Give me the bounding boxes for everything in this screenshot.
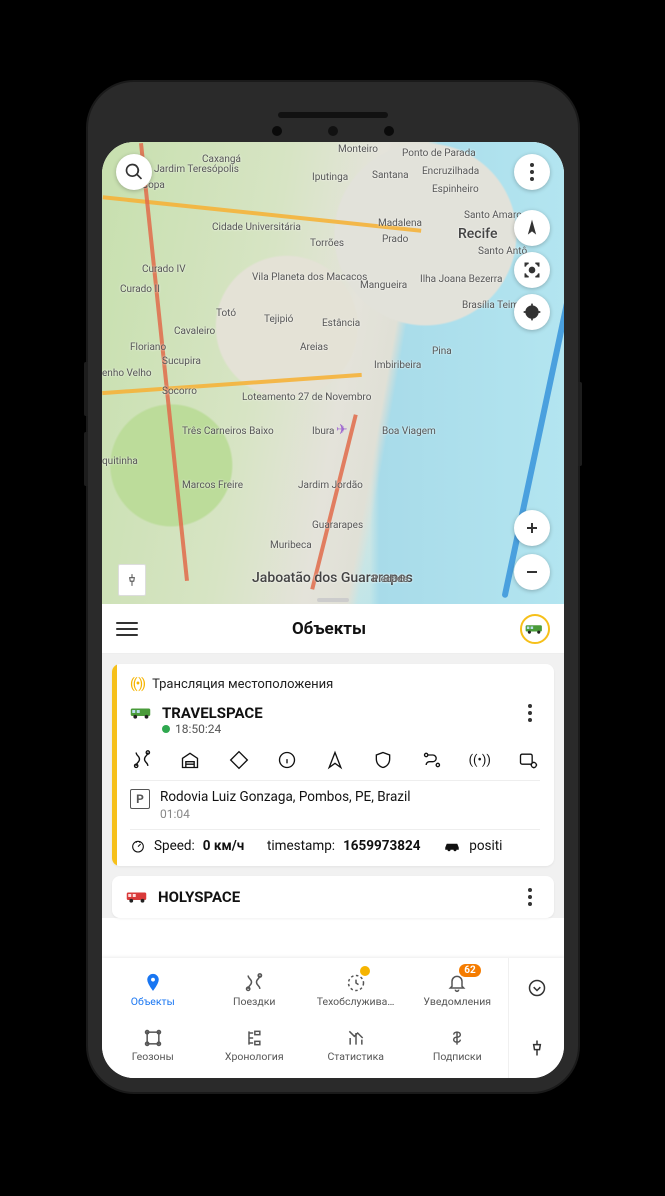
search-button[interactable] — [116, 154, 152, 190]
nav-pin-button[interactable] — [525, 1036, 549, 1060]
map[interactable]: ✈ MonteiroCaxangáIputingaJardim Teresópo… — [102, 142, 564, 604]
panel-drag-handle[interactable] — [317, 598, 349, 602]
timestamp-value: 1659973824 — [343, 838, 420, 854]
bottom-navigation: Объекты Поездки Техобслужива... 62 Уведо… — [102, 958, 564, 1078]
garage-icon[interactable] — [180, 750, 200, 770]
speed-icon — [130, 838, 146, 854]
nav-geozones[interactable]: Геозоны — [102, 1019, 204, 1072]
zoom-in-button[interactable] — [514, 510, 550, 546]
nav-collapse-button[interactable] — [525, 976, 549, 1000]
vehicle-icon — [130, 706, 154, 720]
panel-header: Объекты — [102, 604, 564, 654]
app-screen: ✈ MonteiroCaxangáIputingaJardim Teresópo… — [102, 142, 564, 1078]
airport-icon: ✈ — [336, 422, 348, 438]
speed-label: Speed: — [154, 838, 195, 854]
zoom-out-button[interactable] — [514, 554, 550, 590]
info-icon[interactable] — [277, 750, 297, 770]
compass-button[interactable] — [514, 210, 550, 246]
speed-value: 0 км/ч — [203, 838, 244, 854]
vehicle-icon — [126, 890, 150, 904]
locate-me-button[interactable] — [514, 294, 550, 330]
nav-timeline[interactable]: Хронология — [204, 1019, 306, 1072]
unit-name: HOLYSPACE — [158, 888, 240, 906]
broadcast-label: Трансляция местоположения — [152, 677, 333, 692]
nav-statistics[interactable]: Статистика — [305, 1019, 407, 1072]
notification-badge: 62 — [459, 964, 480, 977]
map-pin-toggle[interactable] — [118, 564, 146, 596]
parking-icon: P — [130, 789, 150, 809]
bottom-panel: Объекты ((•)) Трансляция местоположения … — [102, 604, 564, 918]
location-row: P Rodovia Luiz Gonzaga, Pombos, PE, Braz… — [130, 789, 540, 821]
menu-button[interactable] — [116, 622, 138, 636]
unit-time: 18:50:24 — [175, 722, 221, 736]
sign-icon[interactable] — [229, 750, 249, 770]
car-icon — [443, 840, 461, 852]
nav-subscriptions[interactable]: Подписки — [407, 1019, 509, 1072]
more-options-button[interactable] — [514, 154, 550, 190]
scan-button[interactable] — [514, 252, 550, 288]
device-settings-icon[interactable] — [518, 750, 538, 770]
nav-objects[interactable]: Объекты — [102, 964, 204, 1017]
route-icon[interactable] — [132, 750, 152, 770]
nav-notifications[interactable]: 62 Уведомления — [407, 964, 509, 1017]
unit-name: TRAVELSPACE — [162, 704, 263, 722]
signal-icon[interactable]: ((•)) — [470, 750, 490, 770]
panel-title: Объекты — [292, 619, 366, 639]
panel-filter-button[interactable] — [520, 614, 550, 644]
broadcast-row: ((•)) Трансляция местоположения — [130, 676, 540, 692]
phone-frame: ✈ MonteiroCaxangáIputingaJardim Teresópo… — [88, 82, 578, 1092]
park-duration: 01:04 — [160, 807, 411, 821]
nav-maintenance[interactable]: Техобслужива... — [305, 964, 407, 1017]
unit-more-button[interactable] — [520, 888, 540, 906]
unit-more-button[interactable] — [520, 704, 540, 722]
nav-dot-badge — [360, 966, 370, 976]
vehicle-icon — [525, 623, 545, 635]
share-route-icon[interactable] — [422, 750, 442, 770]
unit-address: Rodovia Luiz Gonzaga, Pombos, PE, Brazil — [160, 789, 411, 805]
shield-icon[interactable] — [373, 750, 393, 770]
broadcast-icon: ((•)) — [130, 676, 144, 692]
status-dot-online — [162, 725, 170, 733]
unit-card-travelspace[interactable]: ((•)) Трансляция местоположения TRAVELSP… — [112, 664, 554, 866]
timestamp-label: timestamp: — [267, 838, 335, 854]
unit-card-holyspace[interactable]: HOLYSPACE — [112, 876, 554, 918]
position-label: positi — [469, 838, 502, 854]
nav-trips[interactable]: Поездки — [204, 964, 306, 1017]
navigation-icon[interactable] — [325, 750, 345, 770]
unit-action-bar: ((•)) — [132, 750, 538, 770]
metrics-row: Speed: 0 км/ч timestamp: 1659973824 posi… — [130, 838, 540, 854]
